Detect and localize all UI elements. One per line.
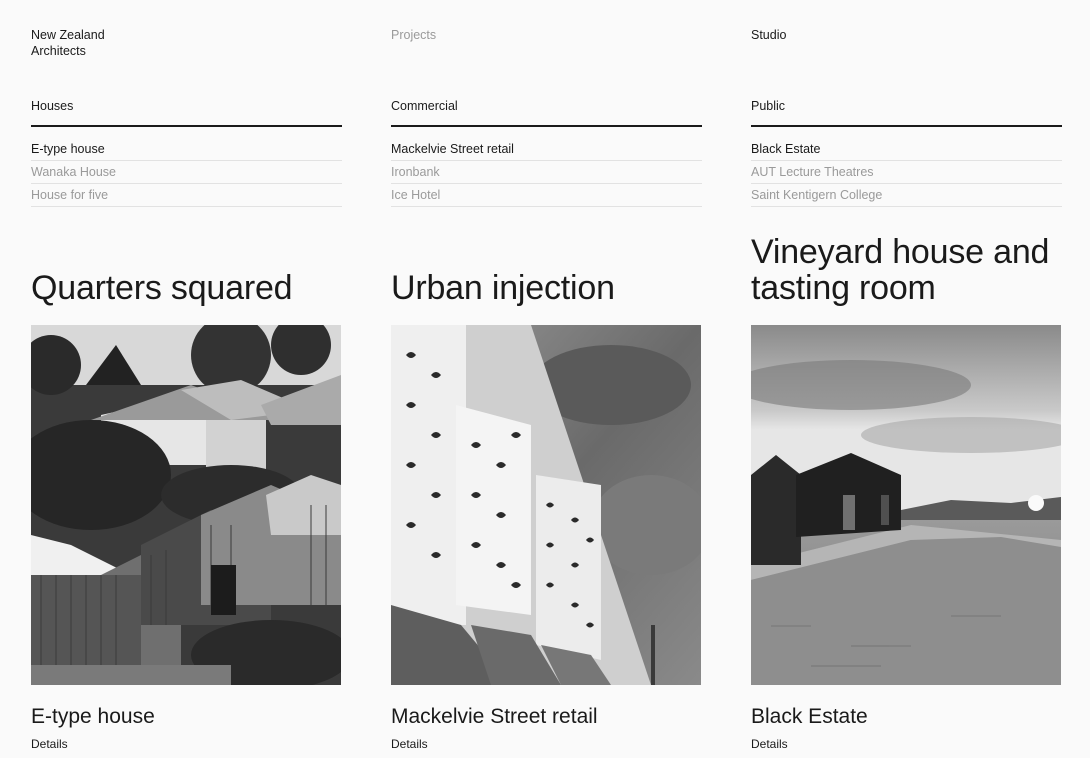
feature-photo-mackelvie-street-retail[interactable] <box>391 325 701 685</box>
brand-line-1: New Zealand <box>31 28 105 42</box>
feature-title-houses: Quarters squared <box>31 269 293 307</box>
houses-photo-image <box>31 325 341 685</box>
list-item: House for five <box>31 184 342 207</box>
category-heading-commercial: Commercial <box>391 99 702 127</box>
project-link-saint-kentigern-college[interactable]: Saint Kentigern College <box>751 188 882 202</box>
project-link-e-type-house[interactable]: E-type house <box>31 142 105 156</box>
feature-title-wrap: Vineyard house and tasting room <box>751 232 1071 306</box>
list-item: Ice Hotel <box>391 184 702 207</box>
details-link-black-estate[interactable]: Details <box>751 737 788 751</box>
details-link-e-type-house[interactable]: Details <box>31 737 68 751</box>
feature-title-public: Vineyard house and tasting room <box>751 233 1050 307</box>
brand-logo-link[interactable]: New Zealand Architects <box>31 27 105 59</box>
caption-black-estate: Black Estate <box>751 705 868 728</box>
list-item: Wanaka House <box>31 161 342 184</box>
details-link-mackelvie-street-retail[interactable]: Details <box>391 737 428 751</box>
list-item: AUT Lecture Theatres <box>751 161 1062 184</box>
project-list-houses: E-type house Wanaka House House for five <box>31 138 342 207</box>
feature-title-commercial: Urban injection <box>391 269 615 307</box>
project-link-house-for-five[interactable]: House for five <box>31 188 108 202</box>
nav-studio-link[interactable]: Studio <box>751 27 786 43</box>
project-link-mackelvie-street-retail[interactable]: Mackelvie Street retail <box>391 142 514 156</box>
list-item: Ironbank <box>391 161 702 184</box>
public-photo-image <box>751 325 1061 685</box>
list-item: Saint Kentigern College <box>751 184 1062 207</box>
list-item: Mackelvie Street retail <box>391 138 702 161</box>
project-link-black-estate[interactable]: Black Estate <box>751 142 820 156</box>
brand-line-2: Architects <box>31 44 86 58</box>
feature-title-wrap: Quarters squared <box>31 232 351 306</box>
caption-e-type-house: E-type house <box>31 705 155 728</box>
project-link-ironbank[interactable]: Ironbank <box>391 165 440 179</box>
feature-photo-e-type-house[interactable] <box>31 325 341 685</box>
feature-title-wrap: Urban injection <box>391 232 711 306</box>
category-heading-houses: Houses <box>31 99 342 127</box>
nav-projects-link[interactable]: Projects <box>391 27 436 43</box>
project-list-commercial: Mackelvie Street retail Ironbank Ice Hot… <box>391 138 702 207</box>
caption-mackelvie-street-retail: Mackelvie Street retail <box>391 705 598 728</box>
list-item: E-type house <box>31 138 342 161</box>
project-list-public: Black Estate AUT Lecture Theatres Saint … <box>751 138 1062 207</box>
feature-photo-black-estate[interactable] <box>751 325 1061 685</box>
project-link-ice-hotel[interactable]: Ice Hotel <box>391 188 440 202</box>
commercial-photo-image <box>391 325 701 685</box>
list-item: Black Estate <box>751 138 1062 161</box>
category-heading-public: Public <box>751 99 1062 127</box>
project-link-wanaka-house[interactable]: Wanaka House <box>31 165 116 179</box>
project-link-aut-lecture-theatres[interactable]: AUT Lecture Theatres <box>751 165 874 179</box>
